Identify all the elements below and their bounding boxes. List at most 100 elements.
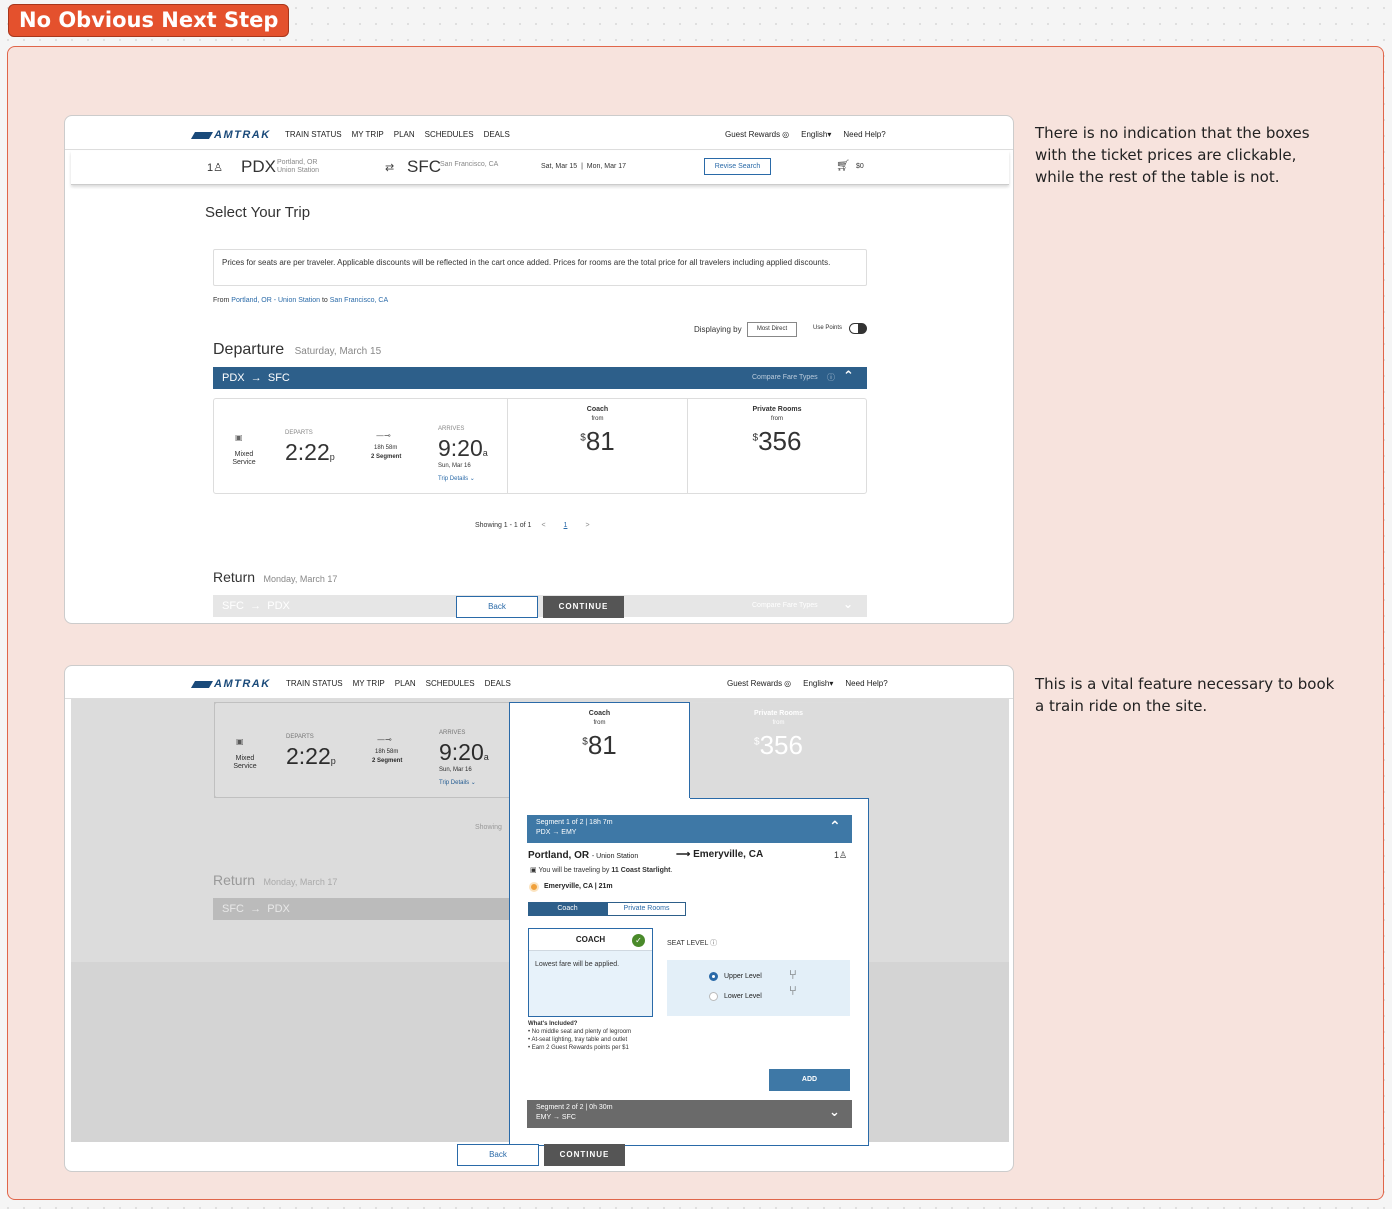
amtrak-logo[interactable]: AMTRAK [190,129,271,141]
service-type: Mixed Service [232,451,256,466]
nav-deals[interactable]: DEALS [485,679,511,688]
destination-city: San Francisco, CA [440,161,499,168]
displaying-by-label: Displaying by [694,325,742,334]
user-icon[interactable]: ◎ [784,679,791,688]
user-icon[interactable]: ◎ [782,130,789,139]
pagination: Showing 1 - 1 of 1 <1 > [475,522,590,529]
pagination-partial: Showing [475,824,502,831]
cart-icon[interactable]: 🛒︎ [836,159,850,172]
departure-route-header[interactable]: PDX → SFC Compare Fare Types ⓘ ⌃ [213,367,867,389]
origin-station: Union Station [277,167,320,174]
chevron-down-icon: ▾ [827,130,832,139]
stop-icon [529,882,539,892]
add-button[interactable]: ADD [769,1069,850,1091]
continue-button[interactable]: CONTINUE [543,596,624,618]
back-button[interactable]: Back [457,1144,539,1166]
use-points-label: Use Points [813,325,843,331]
private-rooms-label: Private Rooms [752,406,802,413]
nav-my-trip[interactable]: MY TRIP [352,130,384,139]
private-rooms-fare-box[interactable]: Private Rooms from $356 [687,399,866,493]
screenshot-card-2: AMTRAK TRAIN STATUS MY TRIP PLAN SCHEDULES D… [64,665,1014,1172]
continue-button[interactable]: CONTINUE [544,1144,625,1166]
segment-count[interactable]: 2 Segment [371,453,401,461]
nav-train-status[interactable]: TRAIN STATUS [285,130,342,139]
cart-total[interactable]: $0 [856,163,864,170]
rooms-price: 356 [758,426,802,456]
coach-fare-box[interactable]: Coach from $81 [507,399,687,493]
amtrak-logo[interactable]: AMTRAK [190,678,271,690]
trip-result-row: ▣ Mixed Service DEPARTS 2:22p —⊸ 18h 58m… [213,398,867,494]
chevron-up-icon[interactable]: ⌃ [829,819,841,835]
radio-lower[interactable] [709,992,718,1001]
trip-details-link[interactable]: Trip Details ⌄ [438,475,475,482]
back-button[interactable]: Back [456,596,538,618]
nav-train-status[interactable]: TRAIN STATUS [286,679,343,688]
destination-code[interactable]: SFC [407,157,441,177]
guest-rewards-link[interactable]: Guest Rewards [727,679,782,688]
private-rooms-fare-box[interactable]: Private Rooms from $356 [689,703,868,797]
page-1[interactable]: 1 [564,522,568,529]
annotation-note-1: There is no indication that the boxes wi… [1035,124,1310,186]
destination-link[interactable]: San Francisco, CA [330,297,388,304]
nav-schedules[interactable]: SCHEDULES [425,130,474,139]
use-points-toggle[interactable] [849,323,867,334]
issue-label: No Obvious Next Step [8,4,290,37]
train-icon: ▣ [530,867,537,874]
nav-my-trip[interactable]: MY TRIP [353,679,385,688]
arrow-icon: —⊸ [376,431,391,440]
swap-icon[interactable]: ⇄ [385,161,394,174]
nav-deals[interactable]: DEALS [484,130,510,139]
tab-private-rooms[interactable]: Private Rooms [607,902,686,916]
chevron-down-icon[interactable]: ⌄ [829,1105,840,1120]
compare-fare-link[interactable]: Compare Fare Types [752,374,818,381]
screenshot-card-1: AMTRAK TRAIN STATUS MY TRIP PLAN SCHEDULES D… [64,115,1014,624]
page-title: Select Your Trip [205,204,311,221]
next-page[interactable]: > [585,522,589,529]
chevron-up-icon[interactable]: ⌃ [843,369,854,384]
check-icon: ✓ [632,934,645,947]
return-date: Monday, March 17 [263,574,338,584]
coach-price: 81 [585,426,615,456]
stop-info: Emeryville, CA | 21m [544,883,613,890]
coach-fare-tab-selected[interactable]: Coach from $81 [509,702,690,802]
nav-plan[interactable]: PLAN [394,130,415,139]
revise-search-button[interactable]: Revise Search [704,158,771,175]
overlay-dim-left [214,702,510,798]
return-route-header[interactable]: SFC → PDX [213,898,513,920]
sort-select[interactable]: Most Direct [747,322,797,337]
seat-level-box: Upper Level Lower Level ⑂ ⑂ [667,960,850,1016]
help-link[interactable]: Need Help? [843,130,885,139]
coach-label: Coach [586,406,609,413]
language-select[interactable]: English [803,679,829,688]
radio-upper[interactable] [709,972,718,981]
person-icon: ♙ [213,162,223,174]
coach-option-card[interactable]: COACH ✓ Lowest fare will be applied. [528,928,653,1017]
segment-1-header[interactable]: Segment 1 of 2 | 18h 7m PDX → EMY ⌃ [527,815,852,843]
trip-duration: 18h 58m [374,445,398,451]
origin-city: Portland, OR [277,159,318,166]
return-heading: Return [213,569,256,585]
coach-price: 81 [587,730,617,760]
language-select[interactable]: English [801,130,827,139]
segment-destination: Emeryville, CA [693,849,764,860]
departs-label: DEPARTS [285,430,313,436]
prev-page[interactable]: < [541,522,545,529]
origin-code[interactable]: PDX [241,157,276,177]
return-route-header[interactable]: SFC → PDX Compare Fare Types ⌄ [213,595,867,617]
chevron-down-icon: ▾ [829,679,834,688]
whats-included: What's Included? • No middle seat and pl… [528,1021,632,1051]
tab-coach[interactable]: Coach [528,902,607,916]
travel-dates[interactable]: Sat, Mar 15 | Mon, Mar 17 [541,163,626,170]
person-icon: ♙ [839,850,848,860]
arrow-icon: ⟶ [676,849,691,860]
nav-plan[interactable]: PLAN [395,679,416,688]
segment-2-header[interactable]: Segment 2 of 2 | 0h 30m EMY → SFC ⌄ [527,1100,852,1128]
origin-link[interactable]: Portland, OR - Union Station [231,297,320,304]
departure-date: Saturday, March 15 [294,346,382,357]
top-nav: AMTRAK TRAIN STATUS MY TRIP PLAN SCHEDULES D… [65,116,1013,150]
arrives-time: 9:20 [438,435,483,461]
nav-schedules[interactable]: SCHEDULES [426,679,475,688]
help-link[interactable]: Need Help? [845,679,887,688]
chevron-down-icon[interactable]: ⌄ [843,597,853,611]
guest-rewards-link[interactable]: Guest Rewards [725,130,780,139]
